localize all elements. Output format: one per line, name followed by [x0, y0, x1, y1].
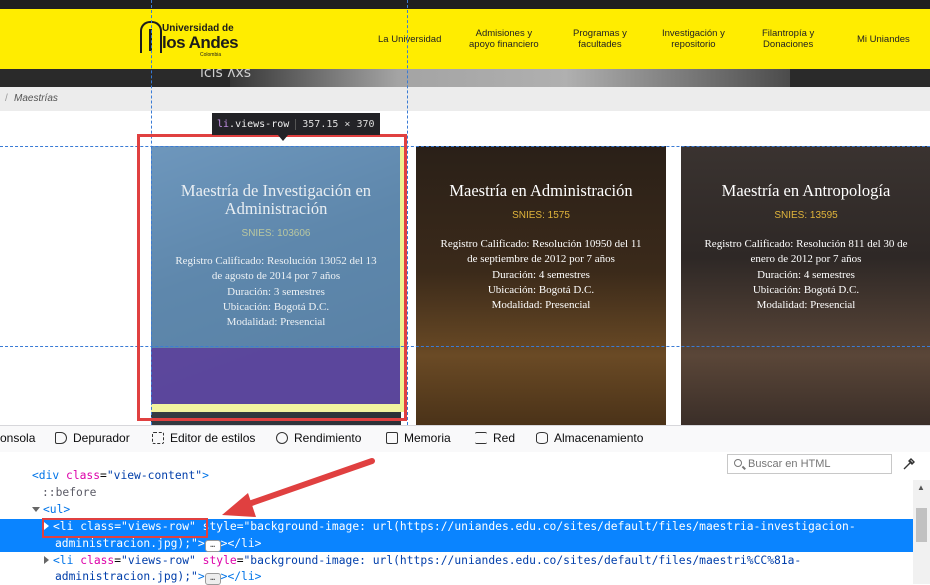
expand-toggle-icon[interactable] [32, 507, 40, 512]
tooltip-arrow [278, 135, 288, 141]
collapsed-content-button[interactable]: … [204, 540, 221, 552]
html-search-input[interactable] [748, 456, 888, 472]
nav-programas[interactable]: Programas y facultades [573, 28, 627, 50]
tooltip-dimensions: 357.15 × 370 [295, 118, 375, 130]
annotation-arrow [222, 458, 375, 517]
program-card[interactable]: Maestría en Antropología SNIES: 13595 Re… [681, 146, 930, 426]
tab-depurador[interactable]: Depurador [55, 431, 130, 445]
tooltip-class: .views-row [229, 118, 290, 130]
scroll-up-icon[interactable]: ▲ [917, 483, 925, 492]
collapsed-content-button[interactable]: … [204, 573, 221, 585]
top-strip [0, 0, 930, 9]
tooltip-tag: li [217, 118, 230, 130]
annotation-red-box [137, 134, 407, 421]
performance-icon [276, 432, 288, 444]
nav-filantropia[interactable]: Filantropía y Donaciones [762, 28, 814, 50]
nav-la-universidad[interactable]: La Universidad [378, 34, 441, 45]
storage-icon [536, 432, 548, 444]
guide-line-vertical [407, 0, 408, 425]
tab-rendimiento[interactable]: Rendimiento [276, 431, 361, 445]
logo-line-2: los Andes [162, 33, 239, 52]
breadcrumb-current: Maestrías [14, 93, 58, 104]
breadcrumb-separator: / [5, 93, 8, 104]
memory-icon [386, 432, 398, 444]
element-info-tooltip: li .views-row 357.15 × 370 [212, 113, 380, 135]
breadcrumb: / Maestrías [0, 87, 930, 111]
nav-investigacion[interactable]: Investigación y repositorio [662, 28, 725, 50]
card-details: Registro Calificado: Resolución 811 del … [704, 238, 908, 312]
search-icon [734, 459, 742, 467]
style-editor-icon [152, 432, 164, 444]
card-details: Registro Calificado: Resolución 10950 de… [440, 238, 642, 312]
nav-mi-uniandes[interactable]: Mi Uniandes [857, 34, 910, 45]
eyedropper-icon[interactable] [902, 457, 916, 471]
devtools-toolbar: onsola Depurador Editor de estilos Rendi… [0, 425, 930, 453]
annotation-red-box [42, 518, 208, 538]
university-logo[interactable]: Universidad de los Andes Colombia [140, 21, 239, 59]
collapse-toggle-icon[interactable] [44, 556, 49, 564]
scroll-thumb[interactable] [916, 508, 927, 542]
tab-editor-estilos[interactable]: Editor de estilos [152, 431, 255, 445]
card-title: Maestría en Administración [449, 181, 633, 200]
tab-red[interactable]: Red [475, 431, 515, 445]
hero-banner: ıcıs ʌхs [0, 69, 930, 87]
logo-line-3: Colombia [200, 52, 222, 58]
tab-memoria[interactable]: Memoria [386, 431, 451, 445]
program-card[interactable]: Maestría en Administración SNIES: 1575 R… [416, 146, 666, 426]
dom-node-li[interactable]: <li class="views-row" style="background-… [44, 553, 801, 569]
html-search-box[interactable] [727, 454, 892, 474]
card-snies: SNIES: 13595 [774, 210, 838, 221]
card-snies: SNIES: 1575 [512, 210, 570, 221]
hero-text: ıcıs ʌхs [200, 69, 252, 81]
tab-consola[interactable]: onsola [0, 431, 35, 445]
nav-admisiones[interactable]: Admisiones y apoyo financiero [469, 28, 539, 50]
dom-node-before[interactable]: ::before [42, 485, 96, 501]
card-title: Maestría en Antropología [721, 181, 891, 200]
tab-almacenamiento[interactable]: Almacenamiento [536, 431, 643, 445]
debugger-icon [55, 432, 67, 444]
dom-node-ul[interactable]: <ul> [32, 502, 70, 518]
hero-image [230, 69, 790, 87]
dom-node-div[interactable]: <div class="view-content"> [32, 468, 209, 484]
network-icon [475, 432, 487, 444]
dom-node-li-cont: administracion.jpg);">… ></li> [55, 570, 262, 585]
